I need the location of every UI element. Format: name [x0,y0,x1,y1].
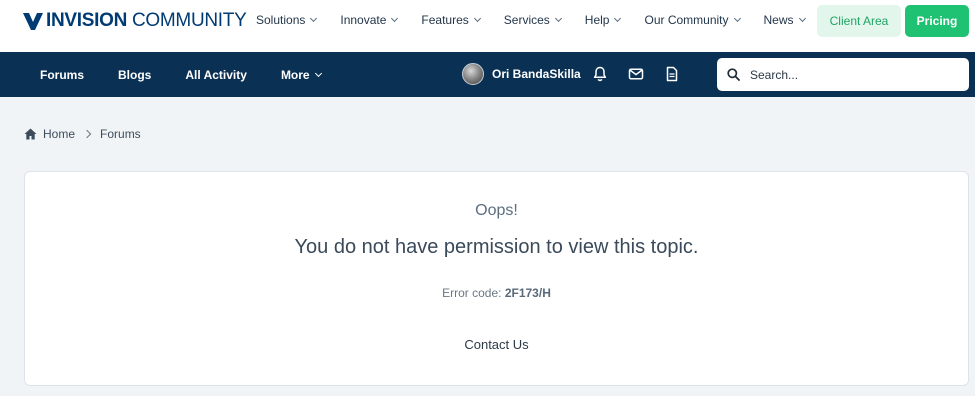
search-input[interactable] [750,67,950,82]
user-name: Ori BandaSkilla [492,67,581,81]
chevron-down-icon [391,14,399,23]
error-code: 2F173/H [504,286,551,300]
client-area-button[interactable]: Client Area [817,5,901,37]
user-menu[interactable]: Ori BandaSkilla [462,63,581,85]
envelope-icon[interactable] [628,66,644,82]
search-box[interactable] [717,58,969,91]
chevron-down-icon [554,14,562,23]
chevron-down-icon [473,14,481,23]
brand-logo[interactable]: INVISION COMMUNITY [23,10,247,31]
avatar [462,63,484,85]
invision-logo-icon [23,12,43,30]
breadcrumb: Home Forums [24,127,141,141]
chevron-down-icon [314,69,322,77]
error-code-label: Error code: [442,286,505,300]
chevron-down-icon [798,14,806,23]
document-icon[interactable] [664,66,680,82]
error-title: Oops! [475,202,518,219]
breadcrumb-forums[interactable]: Forums [100,127,141,141]
community-nav-more[interactable]: More [281,68,322,82]
contact-us-label[interactable]: Contact Us [464,337,528,352]
community-nav-all-activity[interactable]: All Activity [185,68,247,82]
main-nav-innovate[interactable]: Innovate [340,13,399,27]
main-nav-our-community[interactable]: Our Community [644,13,741,27]
main-nav-news[interactable]: News [764,13,806,27]
chevron-down-icon [614,14,622,23]
main-nav-services[interactable]: Services [504,13,562,27]
top-header: INVISION COMMUNITY Solutions Innovate Fe… [0,0,975,52]
chevron-down-icon [310,14,318,23]
main-nav-help[interactable]: Help [585,13,622,27]
community-nav-bar: Forums Blogs All Activity More Ori Banda… [0,52,975,97]
search-icon [727,68,740,81]
main-nav-features[interactable]: Features [421,13,481,27]
bell-icon[interactable] [592,66,608,82]
chevron-right-icon [82,129,92,139]
contact-us-link[interactable]: Contact Us [25,337,968,352]
pricing-button[interactable]: Pricing [905,5,969,37]
error-message: You do not have permission to view this … [294,236,699,258]
community-nav-forums[interactable]: Forums [40,68,84,82]
error-code-line: Error code: 2F173/H [25,286,968,300]
main-nav-solutions[interactable]: Solutions [256,13,318,27]
chevron-down-icon [733,14,741,23]
main-nav: Solutions Innovate Features Services Hel… [256,13,829,27]
home-icon [24,128,37,140]
community-nav-blogs[interactable]: Blogs [118,68,151,82]
breadcrumb-home[interactable]: Home [43,127,75,141]
community-nav: Forums Blogs All Activity More [40,52,355,97]
error-card: Oops! You do not have permission to view… [24,171,969,386]
brand-name: INVISION COMMUNITY [46,10,247,31]
